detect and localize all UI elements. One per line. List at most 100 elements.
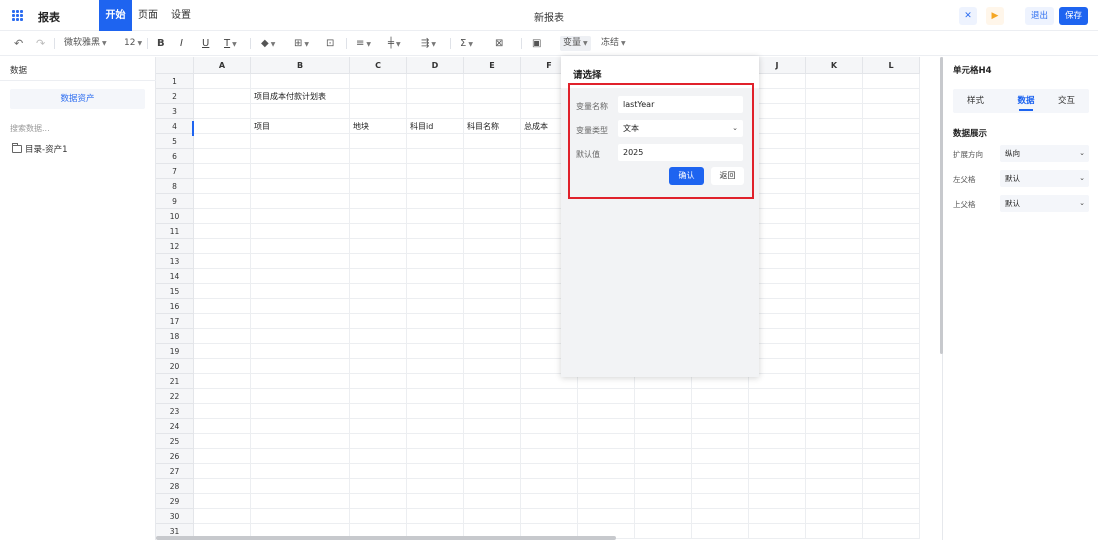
data-asset-button[interactable]: 数据资产 [10, 89, 145, 109]
font-family-select[interactable]: 微软雅黑 ▼ [64, 36, 107, 51]
align-vertical-button[interactable]: ╪ ▼ [388, 36, 401, 51]
row-header-10[interactable]: 10 [156, 209, 194, 224]
grid-row-line [194, 508, 920, 509]
column-header-b[interactable]: B [251, 57, 350, 74]
freeze-button[interactable]: 冻结 ▼ [601, 36, 626, 51]
left-parent-label: 左父格 [953, 175, 976, 184]
row-header-27[interactable]: 27 [156, 464, 194, 479]
folder-item[interactable]: 目录-资产1 [12, 143, 67, 155]
underline-button[interactable]: U [202, 36, 209, 51]
column-header-l[interactable]: L [863, 57, 920, 74]
border-button[interactable]: ⊞ ▼ [294, 36, 309, 51]
grid-row-line [194, 388, 920, 389]
row-header-15[interactable]: 15 [156, 284, 194, 299]
image-button[interactable]: ▣ [532, 36, 541, 51]
spreadsheet-grid[interactable]: ABCDEFGHIJKL 123456789101112131415161718… [156, 57, 942, 540]
exit-button[interactable]: 退出 [1025, 7, 1054, 25]
variable-name-input[interactable]: lastYear [618, 96, 743, 113]
row-header-21[interactable]: 21 [156, 374, 194, 389]
row-header-22[interactable]: 22 [156, 389, 194, 404]
cell-c4[interactable]: 地块 [353, 119, 369, 134]
chevron-down-icon: ⌄ [1079, 174, 1085, 182]
corner-header[interactable] [156, 57, 194, 74]
row-header-1[interactable]: 1 [156, 74, 194, 89]
italic-button[interactable]: I [180, 36, 183, 51]
column-header-a[interactable]: A [194, 57, 251, 74]
row-header-8[interactable]: 8 [156, 179, 194, 194]
row-header-25[interactable]: 25 [156, 434, 194, 449]
row-header-20[interactable]: 20 [156, 359, 194, 374]
tab-start[interactable]: 开始 [99, 0, 132, 31]
back-button[interactable]: 返回 [711, 167, 744, 185]
fill-color-button[interactable]: ◆ ▼ [261, 36, 275, 51]
cell-e4[interactable]: 科目名称 [467, 119, 499, 134]
cell-d4[interactable]: 科目id [410, 119, 433, 134]
redo-icon[interactable]: ↷ [36, 36, 45, 51]
row-header-2[interactable]: 2 [156, 89, 194, 104]
row-header-26[interactable]: 26 [156, 449, 194, 464]
tab-settings[interactable]: 设置 [168, 0, 194, 31]
undo-icon[interactable]: ↶ [14, 36, 23, 51]
tab-interaction[interactable]: 交互 [1044, 89, 1089, 113]
variable-button[interactable]: 变量 ▼ [560, 36, 591, 51]
align-horizontal-button[interactable]: ≡ ▼ [356, 36, 371, 51]
font-size-select[interactable]: 12 ▼ [124, 36, 142, 51]
row-header-17[interactable]: 17 [156, 314, 194, 329]
row-header-9[interactable]: 9 [156, 194, 194, 209]
row-header-29[interactable]: 29 [156, 494, 194, 509]
text-color-button[interactable]: T ▼ [224, 36, 237, 51]
run-icon[interactable]: ▶ [986, 7, 1004, 25]
row-header-3[interactable]: 3 [156, 104, 194, 119]
chevron-down-icon: ▼ [583, 40, 588, 47]
row-header-6[interactable]: 6 [156, 149, 194, 164]
row-header-5[interactable]: 5 [156, 134, 194, 149]
row-header-14[interactable]: 14 [156, 269, 194, 284]
default-value-input[interactable]: 2025 [618, 144, 743, 161]
expand-direction-select[interactable]: 纵向 ⌄ [1000, 145, 1089, 162]
selected-cell-indicator [192, 121, 194, 136]
save-button[interactable]: 保存 [1059, 7, 1088, 25]
row-header-11[interactable]: 11 [156, 224, 194, 239]
cell-f4[interactable]: 总成本 [524, 119, 548, 134]
grid-row-line [194, 253, 920, 254]
tab-page[interactable]: 页面 [136, 0, 160, 31]
wrap-text-button[interactable]: ⇶ ▼ [421, 36, 436, 51]
row-header-7[interactable]: 7 [156, 164, 194, 179]
column-header-c[interactable]: C [350, 57, 407, 74]
row-header-24[interactable]: 24 [156, 419, 194, 434]
preview-icon[interactable]: ✕ [959, 7, 977, 25]
row-header-23[interactable]: 23 [156, 404, 194, 419]
horizontal-scrollbar[interactable] [156, 536, 616, 540]
row-header-19[interactable]: 19 [156, 344, 194, 359]
cell-b4[interactable]: 项目 [254, 119, 270, 134]
row-header-18[interactable]: 18 [156, 329, 194, 344]
bold-button[interactable]: B [157, 36, 165, 51]
chevron-down-icon: ⌄ [732, 124, 738, 132]
grid-row-line [194, 523, 920, 524]
column-header-e[interactable]: E [464, 57, 521, 74]
app-grid-icon[interactable] [12, 10, 23, 21]
clear-format-button[interactable]: ⊠ [495, 36, 503, 51]
sum-button[interactable]: Σ ▼ [460, 36, 473, 51]
top-parent-select[interactable]: 默认 ⌄ [1000, 195, 1089, 212]
column-header-k[interactable]: K [806, 57, 863, 74]
cell-b2[interactable]: 项目成本付款计划表 [254, 89, 326, 104]
left-parent-select[interactable]: 默认 ⌄ [1000, 170, 1089, 187]
row-header-28[interactable]: 28 [156, 479, 194, 494]
row-header-30[interactable]: 30 [156, 509, 194, 524]
tab-data[interactable]: 数据 [1012, 89, 1040, 113]
row-header-12[interactable]: 12 [156, 239, 194, 254]
merge-cells-button[interactable]: ⊡ [326, 36, 334, 51]
confirm-button[interactable]: 确认 [669, 167, 704, 185]
top-parent-value: 默认 [1005, 199, 1020, 208]
row-header-13[interactable]: 13 [156, 254, 194, 269]
row-header-16[interactable]: 16 [156, 299, 194, 314]
tab-style[interactable]: 样式 [953, 89, 998, 113]
grid-column-line [250, 74, 251, 539]
vertical-scrollbar[interactable] [940, 57, 943, 354]
chevron-down-icon: ▼ [366, 41, 372, 48]
data-search-input[interactable]: 搜索数据... [10, 123, 50, 134]
variable-type-select[interactable]: 文本 ⌄ [618, 120, 743, 137]
column-header-d[interactable]: D [407, 57, 464, 74]
row-header-4[interactable]: 4 [156, 119, 194, 134]
